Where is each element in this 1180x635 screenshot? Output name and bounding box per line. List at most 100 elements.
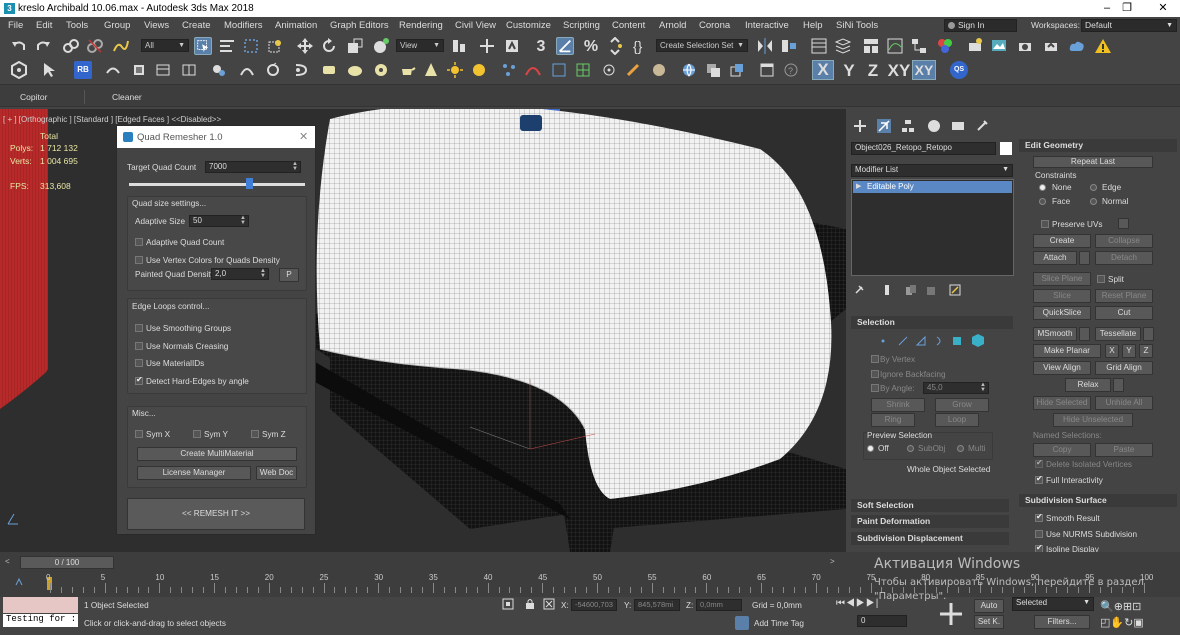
adaptive-size-field[interactable]: 50 ▲ ▼ [189, 215, 249, 227]
menu-graph-editors[interactable]: Graph Editors [330, 20, 389, 31]
spinner-icon[interactable]: ▲ ▼ [292, 161, 298, 172]
render-cloud-icon[interactable] [1068, 37, 1086, 55]
box-primitive-icon[interactable] [320, 61, 338, 79]
menu-views[interactable]: Views [144, 20, 169, 31]
biped-icon[interactable] [650, 61, 668, 79]
hide-unselected-button[interactable]: Hide Unselected [1053, 413, 1133, 427]
smooth-result-checkbox[interactable] [1035, 512, 1043, 522]
rb-tool-button[interactable]: RB [74, 61, 92, 79]
axis-y-button[interactable]: Y [838, 62, 860, 80]
undo-icon[interactable] [10, 37, 28, 55]
pointer-tool-icon[interactable] [40, 61, 58, 79]
msmooth-settings-icon[interactable] [1079, 327, 1090, 341]
menu-rendering[interactable]: Rendering [399, 20, 443, 31]
menu-modifiers[interactable]: Modifiers [224, 20, 263, 31]
move-icon[interactable] [296, 37, 314, 55]
ignore-backfacing-checkbox[interactable] [871, 370, 879, 378]
planar-z-button[interactable]: Z [1139, 344, 1153, 358]
dialog-title-bar[interactable]: Quad Remesher 1.0 ✕ [117, 126, 315, 148]
web-doc-button[interactable]: Web Doc [256, 466, 297, 480]
menu-civil-view[interactable]: Civil View [455, 20, 496, 31]
field-of-view-icon[interactable]: ◰ [1100, 617, 1110, 629]
configure-sets-icon[interactable] [949, 284, 961, 296]
constraint-face-radio[interactable] [1039, 198, 1046, 205]
edit-geometry-rollout-header[interactable]: Edit Geometry [1019, 139, 1177, 152]
bone-icon[interactable] [624, 61, 642, 79]
keyboard-shortcut-icon[interactable] [503, 37, 521, 55]
time-tag-icon[interactable] [735, 616, 749, 630]
ring-button[interactable]: Ring [871, 413, 915, 427]
unlink-icon[interactable] [86, 37, 104, 55]
isolate-selection-icon[interactable] [502, 598, 514, 610]
subdivision-displacement-rollout[interactable]: Subdivision Displacement [851, 532, 1009, 545]
layers-tool-icon[interactable] [704, 61, 722, 79]
play-icon[interactable]: ▶ [856, 598, 866, 609]
selection-rollout-header[interactable]: Selection [851, 316, 1013, 329]
preview-multi-radio[interactable] [957, 445, 964, 452]
make-unique-icon[interactable] [905, 284, 917, 296]
attach-settings-icon[interactable] [1079, 251, 1090, 265]
prev-frame-icon[interactable]: ◀ [846, 598, 856, 609]
cone-primitive-icon[interactable] [422, 61, 440, 79]
paint-deformation-rollout[interactable]: Paint Deformation [851, 515, 1009, 528]
object-color-swatch[interactable] [1000, 142, 1012, 155]
quad-count-slider-thumb[interactable] [245, 178, 253, 189]
warning-icon[interactable] [1094, 37, 1112, 55]
maximize-viewport-icon[interactable]: ▣ [1133, 617, 1143, 629]
time-slider-left-icon[interactable]: < [5, 557, 19, 569]
teapot-primitive-icon[interactable] [398, 61, 416, 79]
stack-item-editable-poly[interactable]: ▶ Editable Poly [853, 181, 1012, 193]
grid-align-button[interactable]: Grid Align [1095, 361, 1153, 375]
object-name-field[interactable]: Object026_Retopo_Retopo [851, 142, 996, 155]
rectangular-selection-icon[interactable] [242, 37, 260, 55]
menu-animation[interactable]: Animation [275, 20, 317, 31]
menu-sini-tools[interactable]: SiNi Tools [836, 20, 878, 31]
torus-primitive-icon[interactable] [372, 61, 390, 79]
select-manipulate-icon[interactable] [478, 37, 496, 55]
schematic-view-icon[interactable] [910, 37, 928, 55]
spinner-icon[interactable]: ▲ ▼ [980, 382, 986, 393]
mirror-icon[interactable] [756, 37, 774, 55]
key-filters-button[interactable]: Filters... [1034, 615, 1090, 629]
axis-x-button[interactable]: X [812, 60, 834, 80]
by-angle-field[interactable]: 45,0 ▲ ▼ [923, 382, 989, 394]
unhide-all-button[interactable]: Unhide All [1095, 396, 1153, 410]
show-end-result-icon[interactable] [881, 284, 893, 296]
render-setup-icon[interactable] [966, 37, 984, 55]
utilities-tab-icon[interactable] [975, 119, 989, 133]
select-by-name-icon[interactable] [218, 37, 236, 55]
grid-obj-icon[interactable] [574, 61, 592, 79]
subdivision-surface-rollout-header[interactable]: Subdivision Surface [1019, 494, 1177, 507]
sym-y-checkbox[interactable] [193, 430, 201, 438]
tool-g-icon[interactable] [264, 61, 282, 79]
quickslice-button[interactable]: QuickSlice [1033, 306, 1091, 320]
motion-tab-icon[interactable] [927, 119, 941, 133]
planar-x-button[interactable]: X [1105, 344, 1119, 358]
percent-snap-icon[interactable]: % [580, 38, 602, 56]
preserve-uvs-checkbox[interactable] [1041, 220, 1049, 228]
viewport-label[interactable]: [ + ] [Orthographic ] [Standard ] [Edged… [3, 115, 221, 124]
selection-filter-dropdown[interactable]: All ▼ [141, 39, 189, 52]
hierarchy-tab-icon[interactable] [901, 119, 915, 133]
slice-button[interactable]: Slice [1033, 289, 1091, 303]
split-checkbox[interactable] [1097, 275, 1105, 283]
create-multimaterial-button[interactable]: Create MultiMaterial [137, 447, 297, 461]
smoothing-groups-checkbox[interactable] [135, 324, 143, 332]
full-interactivity-checkbox[interactable] [1035, 474, 1043, 484]
toggle-ribbon-icon[interactable] [862, 37, 880, 55]
workspaces-dropdown[interactable]: Default ▼ [1081, 19, 1177, 32]
selection-lock-icon[interactable] [524, 598, 536, 610]
tool-e-icon[interactable] [210, 61, 228, 79]
make-planar-button[interactable]: Make Planar [1033, 344, 1101, 358]
normals-creasing-checkbox[interactable] [135, 342, 143, 350]
loop-button[interactable]: Loop [935, 413, 979, 427]
spinner-snap-icon[interactable] [606, 37, 624, 55]
remove-modifier-icon[interactable] [925, 284, 937, 296]
spinner-icon[interactable]: ▲ ▼ [260, 268, 266, 279]
planar-y-button[interactable]: Y [1122, 344, 1136, 358]
pivot-center-icon[interactable] [450, 37, 468, 55]
tool-f-icon[interactable] [238, 61, 256, 79]
frame-slider-thumb[interactable]: 0 / 100 [20, 556, 114, 569]
spinner-icon[interactable]: ▲ ▼ [240, 215, 246, 226]
by-vertex-checkbox[interactable] [871, 355, 879, 363]
